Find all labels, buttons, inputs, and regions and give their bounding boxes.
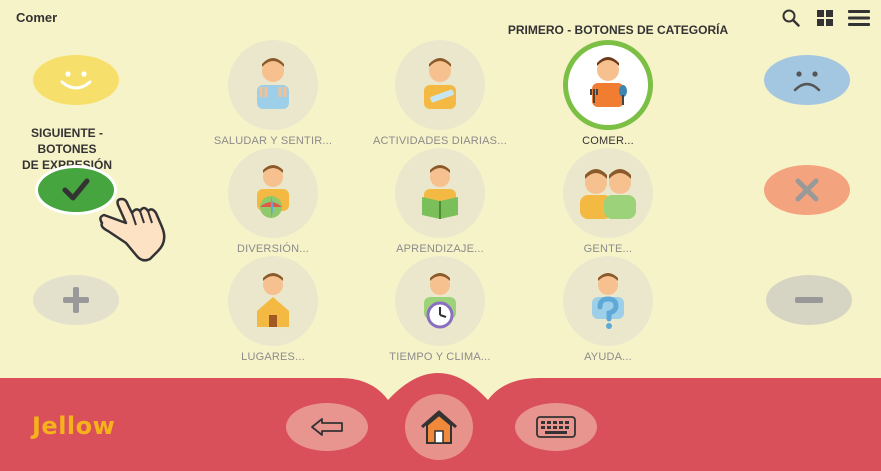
category-greet-feel[interactable]: SALUDAR Y SENTIR... (203, 40, 343, 147)
expression-hint-line1: SIGUIENTE - BOTONES (30, 126, 103, 156)
category-fun[interactable]: DIVERSIÓN... (203, 148, 343, 255)
fun-icon (257, 165, 289, 218)
category-circle (563, 148, 653, 238)
category-label: ACTIVIDADES DIARIAS... (373, 135, 507, 147)
dislike-button[interactable] (764, 55, 850, 105)
daily-activities-icon (424, 58, 456, 109)
greet-feel-icon (257, 58, 289, 109)
category-circle (563, 40, 653, 130)
more-button[interactable] (33, 275, 119, 325)
time-weather-icon (424, 273, 456, 329)
category-places[interactable]: LUGARES... (203, 256, 343, 363)
jellow-logo: Jellow (32, 412, 116, 440)
like-button[interactable] (33, 55, 119, 105)
category-label: APRENDIZAJE... (396, 243, 484, 255)
help-icon (592, 273, 624, 329)
keyboard-button[interactable] (515, 403, 597, 451)
category-daily-activities[interactable]: ACTIVIDADES DIARIAS... (370, 40, 510, 147)
frown-icon (793, 71, 821, 92)
minus-icon (795, 297, 823, 303)
category-hint: PRIMERO - BOTONES DE CATEGORÍA (507, 23, 729, 37)
check-icon (62, 178, 90, 201)
category-circle (228, 40, 318, 130)
page-title: Comer (16, 10, 58, 25)
plus-icon (63, 287, 89, 313)
category-circle (395, 40, 485, 130)
category-circle (228, 256, 318, 346)
category-circle (395, 148, 485, 238)
category-label: DIVERSIÓN... (236, 243, 310, 255)
category-circle (395, 256, 485, 346)
category-people[interactable]: GENTE... (538, 148, 678, 255)
home-icon (421, 410, 457, 444)
top-toolbar (779, 8, 871, 28)
category-circle (228, 148, 318, 238)
no-button[interactable] (764, 165, 850, 215)
category-label: COMER... (582, 135, 634, 147)
category-learning[interactable]: APRENDIZAJE... (370, 148, 510, 255)
category-eat[interactable]: COMER... (538, 40, 678, 147)
menu-icon[interactable] (847, 8, 871, 28)
eat-icon (590, 57, 627, 107)
search-icon[interactable] (779, 8, 803, 28)
cross-icon (795, 178, 819, 202)
arrow-left-icon (311, 418, 343, 436)
less-button[interactable] (766, 275, 852, 325)
category-circle (563, 256, 653, 346)
grid-icon[interactable] (813, 8, 837, 28)
places-icon (257, 273, 289, 327)
category-label: SALUDAR Y SENTIR... (213, 135, 333, 147)
smile-icon (60, 71, 92, 90)
learning-icon (422, 165, 458, 219)
home-button[interactable] (405, 394, 473, 460)
keyboard-icon (536, 416, 576, 438)
category-label: GENTE... (583, 243, 633, 255)
pointing-hand-icon (99, 197, 166, 262)
people-icon (580, 169, 636, 219)
category-time-weather[interactable]: TIEMPO Y CLIMA... (370, 256, 510, 363)
back-button[interactable] (286, 403, 368, 451)
category-help[interactable]: AYUDA... (538, 256, 678, 363)
